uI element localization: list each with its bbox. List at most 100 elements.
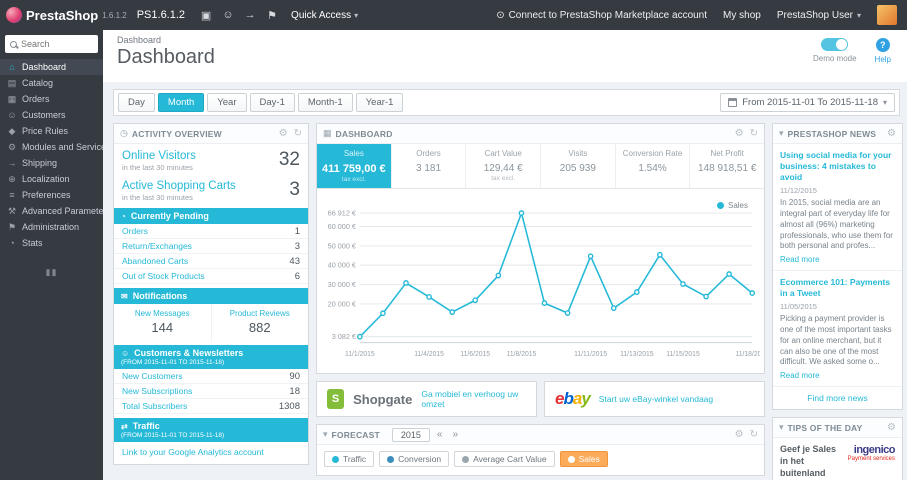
gear-icon[interactable]: ⚙: [887, 422, 896, 433]
activity-metric[interactable]: Online Visitors in the last 30 minutes 3…: [114, 144, 308, 174]
period-button[interactable]: Day: [118, 93, 155, 112]
notification-label: New Messages: [134, 309, 190, 318]
activity-metric[interactable]: Active Shopping Carts in the last 30 min…: [114, 174, 308, 204]
forecast-series-toggle[interactable]: Sales: [559, 451, 608, 467]
content: Day Month Year Day-1 Month-1 Year-1 From…: [103, 82, 907, 480]
period-button[interactable]: Day-1: [249, 93, 295, 112]
tips-panel: ▾ TIPS OF THE DAY ⚙ Geef je Sales in het…: [772, 417, 903, 480]
gear-icon[interactable]: ⚙: [735, 128, 744, 139]
kpi-tab[interactable]: Cart Value 129,44 € tax excl.: [466, 144, 542, 188]
customers-row-link[interactable]: New Customers: [122, 371, 182, 381]
date-range-picker[interactable]: From 2015-11-01 To 2015-11-18 ▾: [720, 93, 895, 112]
prev-year-icon[interactable]: «: [434, 429, 446, 440]
sidebar-item[interactable]: → Shipping: [0, 155, 103, 171]
read-more-link[interactable]: Read more: [780, 255, 895, 264]
shopgate-link[interactable]: Ga mobiel en verhoog uw omzet: [421, 389, 526, 409]
topbar-icon[interactable]: ☺: [217, 0, 239, 30]
sidebar-item-icon: ≡: [9, 190, 15, 200]
sidebar-item[interactable]: ▦ Orders: [0, 91, 103, 107]
kpi-tab[interactable]: Conversion Rate 1.54%: [616, 144, 691, 188]
sidebar-item[interactable]: ☺ Customers: [0, 107, 103, 123]
marketplace-link[interactable]: ⊙ Connect to PrestaShop Marketplace acco…: [496, 10, 707, 21]
my-shop-link[interactable]: My shop: [723, 10, 761, 21]
customers-subtitle: (FROM 2015-11-01 TO 2015-11-18): [121, 359, 225, 366]
topbar-icon[interactable]: ▣: [195, 0, 217, 30]
pending-row-link[interactable]: Abandoned Carts: [122, 256, 188, 266]
period-button[interactable]: Month: [157, 93, 205, 112]
shopgate-ad[interactable]: S Shopgate Ga mobiel en verhoog uw omzet: [316, 381, 537, 417]
ebay-ad[interactable]: ebay Start uw eBay-winkel vandaag: [544, 381, 765, 417]
article-title-link[interactable]: Using social media for your business: 4 …: [780, 150, 895, 183]
find-more-news-link[interactable]: Find more news: [773, 387, 902, 409]
sidebar-item[interactable]: ▤ Catalog: [0, 75, 103, 91]
sidebar-collapse-handle[interactable]: ▮▮: [0, 267, 103, 278]
prestashop-logo[interactable]: PrestaShop 1.6.1.2: [6, 7, 127, 23]
marketplace-icon: ⊙: [496, 9, 505, 21]
quick-access-menu[interactable]: Quick Access ▾: [291, 10, 358, 21]
pending-row-value: 43: [289, 255, 300, 267]
notification-cell[interactable]: Product Reviews 882: [212, 304, 309, 341]
sidebar-item[interactable]: ⌂ Dashboard: [0, 59, 103, 75]
ebay-link[interactable]: Start uw eBay-winkel vandaag: [599, 394, 713, 404]
read-more-link[interactable]: Read more: [780, 371, 895, 380]
gear-icon[interactable]: ⚙: [735, 429, 744, 440]
sidebar-item-label: Shipping: [22, 158, 58, 168]
sidebar-item[interactable]: ⚒ Advanced Parameters: [0, 203, 103, 219]
kpi-tabs: Sales 411 759,00 € tax excl. Orders 3 18…: [317, 144, 764, 189]
sidebar-item[interactable]: ◆ Price Rules: [0, 123, 103, 139]
metric-sublabel: in the last 30 minutes: [122, 193, 193, 202]
prestashop-news-panel: ▾ PRESTASHOP NEWS ⚙ Using social media f…: [772, 123, 903, 411]
refresh-icon[interactable]: ↻: [750, 429, 758, 440]
help-icon[interactable]: ?: [875, 38, 890, 52]
article-title-link[interactable]: Ecommerce 101: Payments in a Tweet: [780, 277, 895, 299]
sidebar-item[interactable]: ⊕ Localization: [0, 171, 103, 187]
shop-name-link[interactable]: PS1.6.1.2: [137, 9, 185, 21]
sidebar-item[interactable]: ⚑ Administration: [0, 219, 103, 235]
avatar[interactable]: [877, 5, 897, 25]
notification-cell[interactable]: New Messages 144: [114, 304, 212, 341]
sidebar-search[interactable]: [5, 35, 98, 53]
gear-icon[interactable]: ⚙: [887, 128, 896, 139]
google-analytics-link[interactable]: Link to your Google Analytics account: [114, 442, 308, 464]
pending-row-value: 1: [294, 225, 300, 237]
svg-text:20 000 €: 20 000 €: [328, 299, 357, 308]
ingenico-logo[interactable]: ingenico Payment services: [848, 444, 896, 480]
customers-row-link[interactable]: New Subscriptions: [122, 386, 192, 396]
activity-panel-header: ◷ ACTIVITY OVERVIEW ⚙ ↻: [114, 124, 308, 144]
topbar-icons: ▣ ☺ → ⚑: [195, 0, 283, 30]
demo-mode-toggle[interactable]: [821, 38, 849, 51]
forecast-series-toggle[interactable]: Conversion: [379, 451, 450, 467]
pending-row-link[interactable]: Out of Stock Products: [122, 271, 205, 281]
forecast-series-toggle[interactable]: Traffic: [324, 451, 375, 467]
envelope-icon: ✉: [121, 291, 128, 301]
forecast-series-toggle[interactable]: Average Cart Value: [454, 451, 555, 467]
pending-row-link[interactable]: Return/Exchanges: [122, 241, 192, 251]
chevron-down-icon: ▾: [779, 128, 784, 138]
pending-row-link[interactable]: Orders: [122, 226, 148, 236]
sidebar-item[interactable]: ⚙ Modules and Services: [0, 139, 103, 155]
period-button[interactable]: Month-1: [297, 93, 353, 112]
sidebar-item[interactable]: ◔ Stats: [0, 235, 103, 251]
refresh-icon[interactable]: ↻: [750, 128, 758, 139]
forecast-year[interactable]: 2015: [391, 427, 430, 442]
logo-version: 1.6.1.2: [102, 11, 127, 20]
customers-row-link[interactable]: Total Subscribers: [122, 401, 187, 411]
kpi-tab[interactable]: Orders 3 181: [392, 144, 467, 188]
kpi-tab[interactable]: Net Profit 148 918,51 €: [690, 144, 764, 188]
svg-text:11/4/2015: 11/4/2015: [414, 351, 444, 358]
gear-icon[interactable]: ⚙: [279, 128, 288, 139]
sidebar-item-label: Localization: [22, 174, 70, 184]
kpi-tab[interactable]: Visits 205 939: [541, 144, 616, 188]
kpi-tab[interactable]: Sales 411 759,00 € tax excl.: [317, 144, 392, 188]
sidebar-item[interactable]: ≡ Preferences: [0, 187, 103, 203]
topbar-icon[interactable]: →: [239, 0, 261, 30]
sales-chart-svg[interactable]: 66 912 € 60 000 € 50 000 € 40 000 € 30 000 €…: [321, 195, 760, 373]
refresh-icon[interactable]: ↻: [294, 128, 302, 139]
next-year-icon[interactable]: »: [449, 429, 461, 440]
topbar-icon[interactable]: ⚑: [261, 0, 283, 30]
period-button[interactable]: Year: [207, 93, 247, 112]
user-menu[interactable]: PrestaShop User ▾: [777, 10, 861, 21]
forecast-panel: ▾ FORECAST 2015 « » ⚙ ↻ Traffic Conversi…: [316, 424, 765, 476]
search-input[interactable]: [21, 39, 93, 49]
period-button[interactable]: Year-1: [355, 93, 404, 112]
